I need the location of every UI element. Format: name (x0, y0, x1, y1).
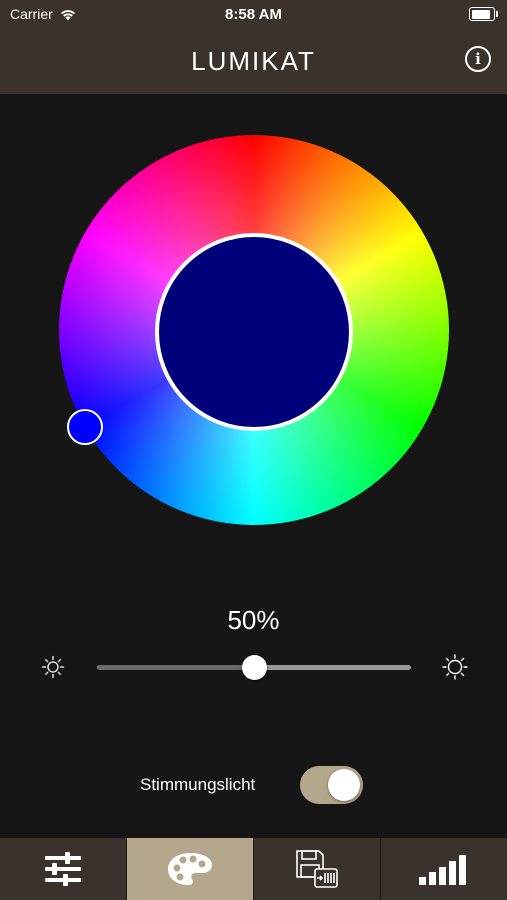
mood-light-toggle[interactable] (300, 766, 363, 804)
battery-level (471, 9, 490, 19)
tab-colors[interactable] (126, 838, 253, 900)
signal-bars-icon (419, 855, 466, 885)
brightness-slider-fill (97, 665, 254, 670)
status-time: 8:58 AM (225, 6, 282, 23)
tab-settings[interactable] (0, 838, 126, 900)
sun-small-icon (41, 655, 65, 679)
sliders-icon (45, 852, 81, 886)
battery-icon (469, 7, 498, 21)
sun-large-icon (442, 654, 468, 680)
color-picker-handle[interactable] (67, 409, 103, 445)
mood-light-label: Stimmungslicht (140, 775, 256, 794)
selected-color-swatch (155, 233, 353, 431)
brightness-value: 50% (227, 605, 280, 635)
save-device-icon (296, 850, 338, 888)
nav-bar: LUMIKAT i (0, 28, 507, 94)
tab-signal[interactable] (380, 838, 507, 900)
tab-save[interactable] (253, 838, 380, 900)
toggle-knob (328, 769, 360, 801)
tab-bar (0, 838, 507, 900)
status-bar: Carrier 8:58 AM (0, 0, 507, 28)
palette-icon (168, 853, 212, 885)
app-logo: LUMIKAT (191, 46, 316, 76)
brightness-slider-thumb[interactable] (241, 655, 267, 680)
info-icon[interactable]: i (465, 46, 491, 72)
